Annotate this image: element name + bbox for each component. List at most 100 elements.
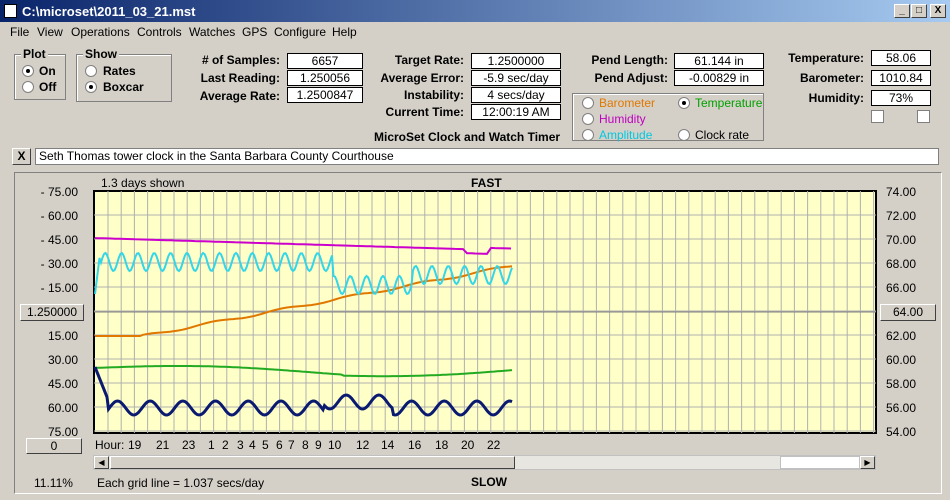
right-axis-label: 62.00	[886, 329, 917, 343]
average-rate-label: Average Rate:	[199, 89, 280, 103]
right-axis-label: 54.00	[886, 425, 917, 439]
clock-rate-radio[interactable]	[678, 129, 690, 141]
maximize-button[interactable]: □	[911, 4, 927, 18]
hour-tick: 18	[435, 438, 449, 452]
hour-tick: 7	[288, 438, 295, 452]
left-axis-label: - 30.00	[40, 257, 78, 271]
hour-tick: 2	[222, 438, 229, 452]
samples-value: 6657	[287, 53, 363, 69]
left-axis-label: 75.00	[47, 425, 78, 439]
pend-adjust-value: -0.00829 in	[674, 70, 764, 86]
show-rates-radio[interactable]	[85, 65, 97, 77]
target-rate-label: Target Rate:	[394, 53, 464, 67]
hour-tick: 20	[461, 438, 475, 452]
scroll-right-button[interactable]: ▶	[860, 456, 875, 469]
right-axis-label: 70.00	[886, 233, 917, 247]
pend-adjust-label: Pend Adjust:	[594, 71, 668, 85]
scroll-track-marker	[780, 456, 860, 469]
amplitude-option-label: Amplitude	[599, 128, 653, 142]
menu-file[interactable]: File	[10, 25, 29, 39]
scroll-left-button[interactable]: ◀	[94, 456, 109, 469]
barometer-option-label: Barometer	[599, 96, 656, 110]
menu-view[interactable]: View	[37, 25, 63, 39]
show-group-title: Show	[83, 47, 119, 61]
title-bar: C:\microset\2011_03_21.mst _ □ X	[0, 0, 950, 22]
current-time-label: Current Time:	[385, 105, 464, 119]
amplitude-radio[interactable]	[582, 129, 594, 141]
right-axis-label: 66.00	[886, 281, 917, 295]
app-subtitle: MicroSet Clock and Watch Timer	[374, 130, 561, 144]
center-sensor-button[interactable]: 64.00	[880, 304, 936, 321]
grid-note-label: Each grid line = 1.037 secs/day	[97, 476, 265, 490]
temperature-option-label: Temperature	[695, 96, 763, 110]
samples-label: # of Samples:	[201, 53, 280, 67]
right-axis-label: 60.00	[886, 353, 917, 367]
checkbox-left[interactable]	[871, 110, 884, 123]
humidity-radio[interactable]	[582, 113, 594, 125]
hour-tick: 16	[408, 438, 422, 452]
right-axis-label: 72.00	[886, 209, 917, 223]
left-axis-label: - 60.00	[40, 209, 78, 223]
note-field[interactable]: Seth Thomas tower clock in the Santa Bar…	[35, 148, 939, 165]
close-button[interactable]: X	[930, 4, 946, 18]
right-axis-label: 58.00	[886, 377, 917, 391]
minimize-button[interactable]: _	[894, 4, 910, 18]
left-axis-label: 15.00	[47, 329, 78, 343]
plot-off-label: Off	[39, 80, 57, 94]
average-rate-value: 1.2500847	[287, 87, 363, 103]
instability-value: 4 secs/day	[471, 87, 561, 103]
time-scrollbar[interactable]: ◀ ▶	[93, 455, 876, 470]
plot-off-radio[interactable]	[22, 81, 34, 93]
instability-label: Instability:	[403, 88, 464, 102]
hour-tick: 23	[182, 438, 196, 452]
left-axis-label: 60.00	[47, 401, 78, 415]
zero-button[interactable]: 0	[26, 438, 82, 454]
center-rate-button[interactable]: 1.250000	[20, 304, 84, 321]
temperature-radio[interactable]	[678, 97, 690, 109]
barometer-value: 1010.84	[871, 70, 931, 86]
hour-tick: 8	[302, 438, 309, 452]
menu-bar: File View Operations Controls Watches GP…	[0, 22, 950, 42]
target-rate-value: 1.2500000	[471, 53, 561, 69]
humidity-option-label: Humidity	[599, 112, 646, 126]
temperature-value: 58.06	[871, 50, 931, 66]
pend-length-value: 61.144 in	[674, 53, 764, 69]
fast-label: FAST	[471, 176, 502, 190]
hour-tick: 6	[276, 438, 283, 452]
hour-tick: 19	[128, 438, 142, 452]
plot-group-title: Plot	[21, 47, 48, 61]
hour-tick: 21	[156, 438, 170, 452]
menu-controls[interactable]: Controls	[137, 25, 182, 39]
barometer-label: Barometer:	[799, 71, 864, 85]
hour-tick: 4	[249, 438, 256, 452]
hour-tick: 9	[315, 438, 322, 452]
menu-configure[interactable]: Configure	[274, 25, 326, 39]
checkbox-right[interactable]	[917, 110, 930, 123]
percent-label: 11.11%	[34, 476, 73, 490]
average-error-value: -5.9 sec/day	[471, 70, 561, 86]
plot-on-radio[interactable]	[22, 65, 34, 77]
days-shown-label: 1.3 days shown	[101, 176, 185, 190]
show-rates-label: Rates	[103, 64, 136, 78]
humidity-value: 73%	[871, 90, 931, 106]
scroll-thumb[interactable]	[110, 456, 515, 469]
temperature-label: Temperature:	[788, 51, 864, 65]
left-axis-label: - 45.00	[40, 233, 78, 247]
left-axis-label: 45.00	[47, 377, 78, 391]
menu-watches[interactable]: Watches	[189, 25, 235, 39]
window-title: C:\microset\2011_03_21.mst	[22, 4, 196, 19]
app-icon[interactable]	[4, 4, 17, 18]
barometer-radio[interactable]	[582, 97, 594, 109]
hour-tick: 22	[487, 438, 501, 452]
pend-length-label: Pend Length:	[591, 53, 668, 67]
note-clear-button[interactable]: X	[12, 148, 31, 165]
menu-help[interactable]: Help	[332, 25, 357, 39]
menu-operations[interactable]: Operations	[71, 25, 130, 39]
menu-gps[interactable]: GPS	[242, 25, 267, 39]
hour-tick: 5	[262, 438, 269, 452]
current-time-value: 12:00:19 AM	[471, 104, 561, 120]
show-boxcar-radio[interactable]	[85, 81, 97, 93]
right-axis-label: 68.00	[886, 257, 917, 271]
hour-tick: 14	[381, 438, 395, 452]
left-axis-label: - 75.00	[40, 185, 78, 199]
